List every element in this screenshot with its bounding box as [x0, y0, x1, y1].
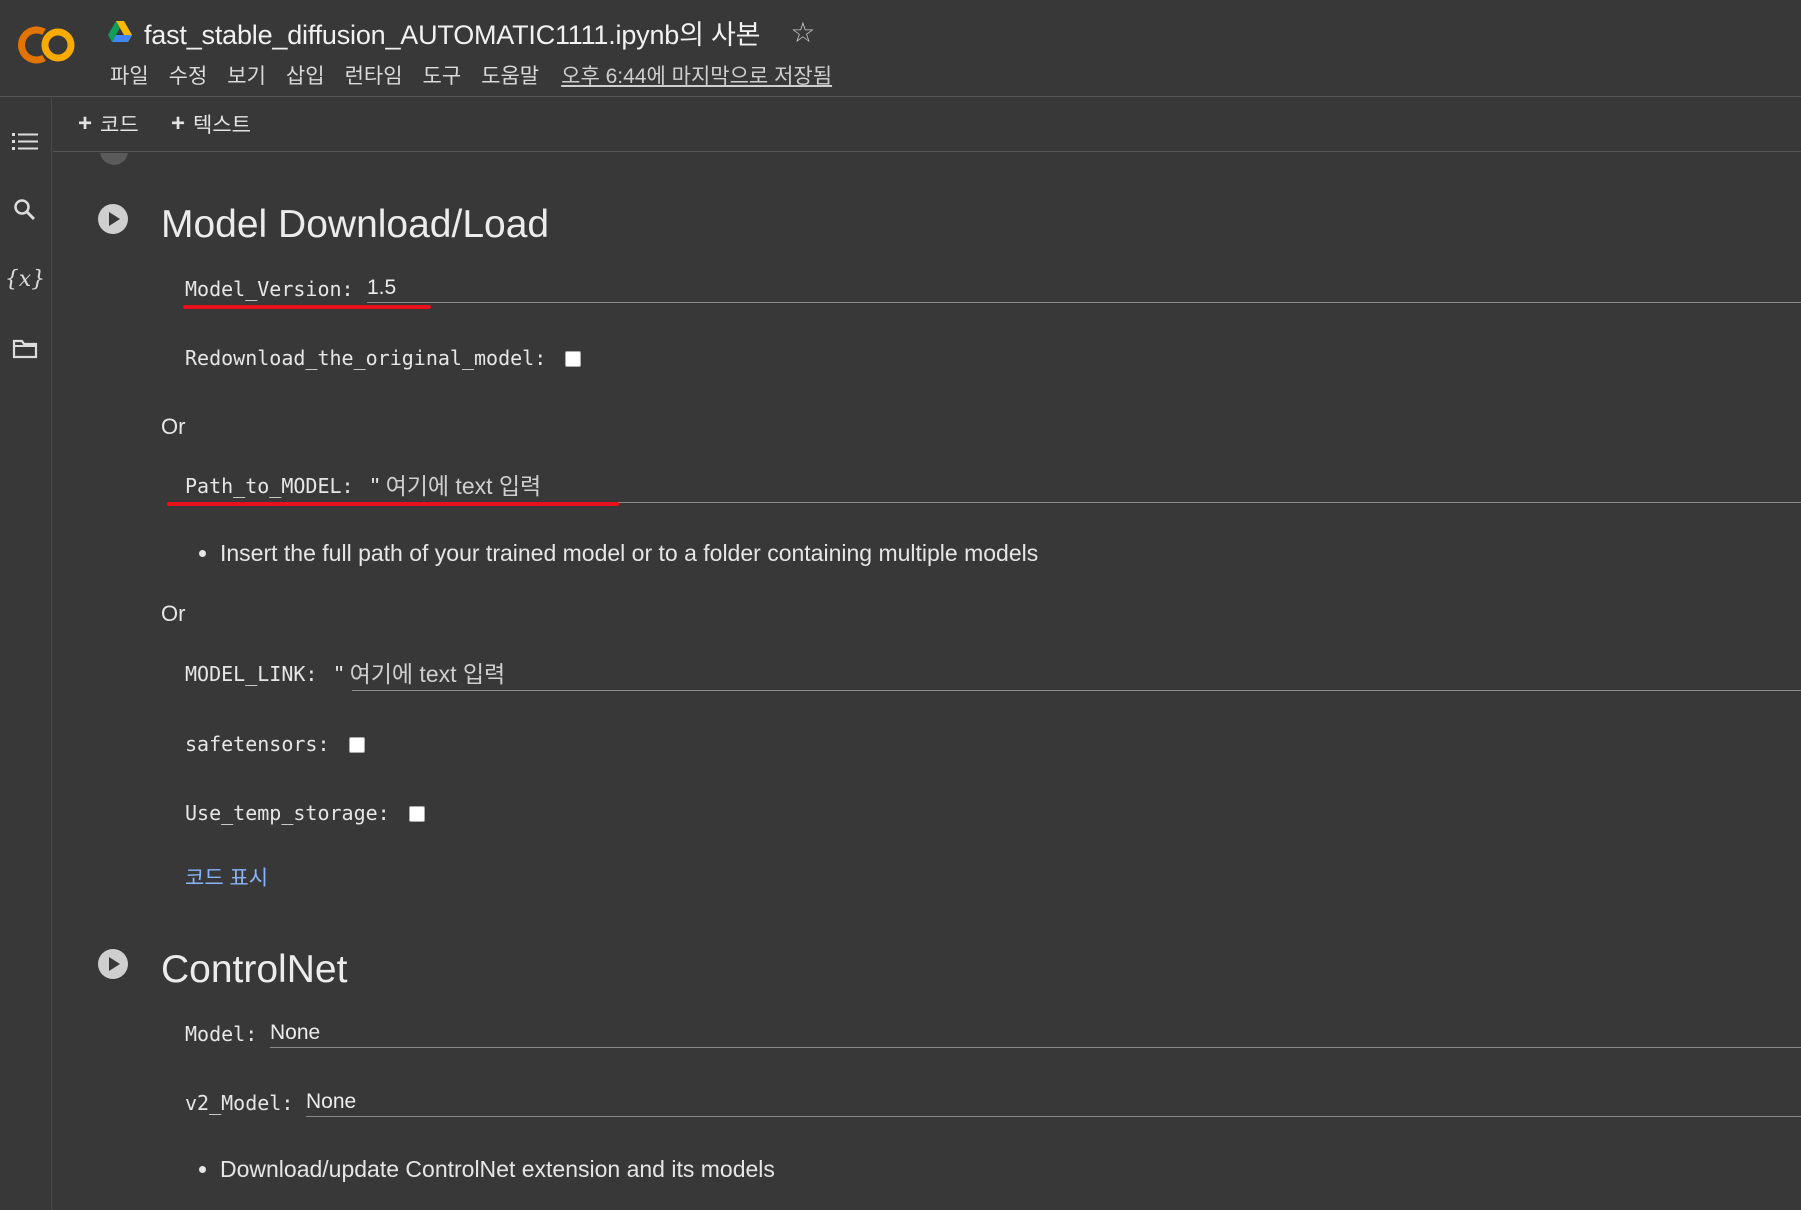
section-title: ControlNet: [161, 948, 348, 991]
add-text-label: 텍스트: [193, 114, 251, 137]
controlnet-v2-model-label: v2_Model:: [185, 1091, 294, 1115]
path-to-model-input[interactable]: " 여기에 text 입력: [371, 467, 541, 501]
input-placeholder: 여기에 text 입력: [349, 661, 506, 687]
list-item-text: Download/update ControlNet extension and…: [220, 1156, 775, 1182]
play-icon: [109, 957, 120, 971]
annotation-underline: [167, 502, 619, 506]
last-saved-status[interactable]: 오후 6:44에 마지막으로 저장됨: [561, 60, 832, 90]
run-cell-button[interactable]: [98, 204, 128, 234]
bullet-dot: [199, 550, 206, 557]
plus-icon: +: [78, 110, 93, 137]
model-link-input[interactable]: " 여기에 text 입력: [335, 655, 505, 689]
safetensors-checkbox[interactable]: [349, 737, 365, 753]
colab-logo[interactable]: [14, 24, 78, 66]
menu-file[interactable]: 파일: [100, 60, 159, 90]
section-title: Model Download/Load: [161, 203, 550, 246]
model-version-dropdown[interactable]: 1.5: [367, 276, 1801, 303]
model-link-label: MODEL_LINK:: [185, 662, 318, 686]
notebook-title[interactable]: fast_stable_diffusion_AUTOMATIC1111.ipyn…: [144, 13, 761, 52]
controlnet-v2-model-dropdown[interactable]: None: [306, 1090, 1801, 1117]
google-drive-icon[interactable]: [108, 21, 132, 43]
path-to-model-label: Path_to_MODEL:: [185, 474, 354, 498]
star-outline-icon[interactable]: ☆: [790, 16, 815, 49]
previous-cell-run-button[interactable]: [100, 153, 128, 165]
add-code-button[interactable]: + 코드: [78, 108, 139, 140]
controlnet-model-label: Model:: [185, 1022, 258, 1046]
menu-insert[interactable]: 삽입: [276, 60, 335, 90]
input-underline: [352, 690, 1801, 691]
or-text: Or: [161, 601, 186, 626]
redownload-label: Redownload_the_original_model:: [185, 346, 547, 370]
temp-storage-label: Use_temp_storage:: [185, 801, 390, 825]
play-icon: [109, 212, 120, 226]
search-icon[interactable]: [10, 195, 40, 225]
model-version-label: Model_Version:: [185, 277, 354, 301]
quote-mark: ": [335, 661, 344, 687]
annotation-underline: [183, 305, 431, 309]
safetensors-label: safetensors:: [185, 732, 330, 756]
cell-toolbar: + 코드 + 텍스트: [53, 98, 1801, 152]
quote-mark: ": [371, 473, 380, 499]
notebook-content: Model Download/Load Model_Version: 1.5 R…: [53, 153, 1801, 1210]
input-placeholder: 여기에 text 입력: [385, 473, 542, 499]
title-row: fast_stable_diffusion_AUTOMATIC1111.ipyn…: [108, 12, 815, 52]
menu-runtime[interactable]: 런타임: [335, 60, 413, 90]
add-code-label: 코드: [100, 114, 139, 137]
bullet-dot: [199, 1166, 206, 1173]
menu-help[interactable]: 도움말: [471, 60, 549, 90]
list-item: Insert the full path of your trained mod…: [199, 540, 1038, 567]
redownload-checkbox[interactable]: [565, 351, 581, 367]
menu-tools[interactable]: 도구: [413, 60, 472, 90]
left-rail: {x}: [0, 98, 52, 1210]
variables-icon[interactable]: {x}: [5, 264, 45, 294]
table-of-contents-icon[interactable]: [10, 127, 40, 157]
or-text: Or: [161, 414, 186, 439]
menu-view[interactable]: 보기: [217, 60, 276, 90]
files-folder-icon[interactable]: [10, 334, 40, 364]
menu-bar: 파일 수정 보기 삽입 런타임 도구 도움말 오후 6:44에 마지막으로 저장…: [100, 60, 832, 90]
add-text-button[interactable]: + 텍스트: [171, 108, 251, 140]
controlnet-model-dropdown[interactable]: None: [270, 1021, 1801, 1048]
header: fast_stable_diffusion_AUTOMATIC1111.ipyn…: [0, 0, 1801, 97]
plus-icon: +: [171, 110, 186, 137]
list-item: Download/update ControlNet extension and…: [199, 1156, 775, 1183]
run-cell-button[interactable]: [98, 949, 128, 979]
list-item-text: Insert the full path of your trained mod…: [220, 540, 1039, 566]
show-code-link[interactable]: 코드 표시: [185, 862, 268, 892]
temp-storage-checkbox[interactable]: [409, 806, 425, 822]
menu-edit[interactable]: 수정: [159, 60, 218, 90]
